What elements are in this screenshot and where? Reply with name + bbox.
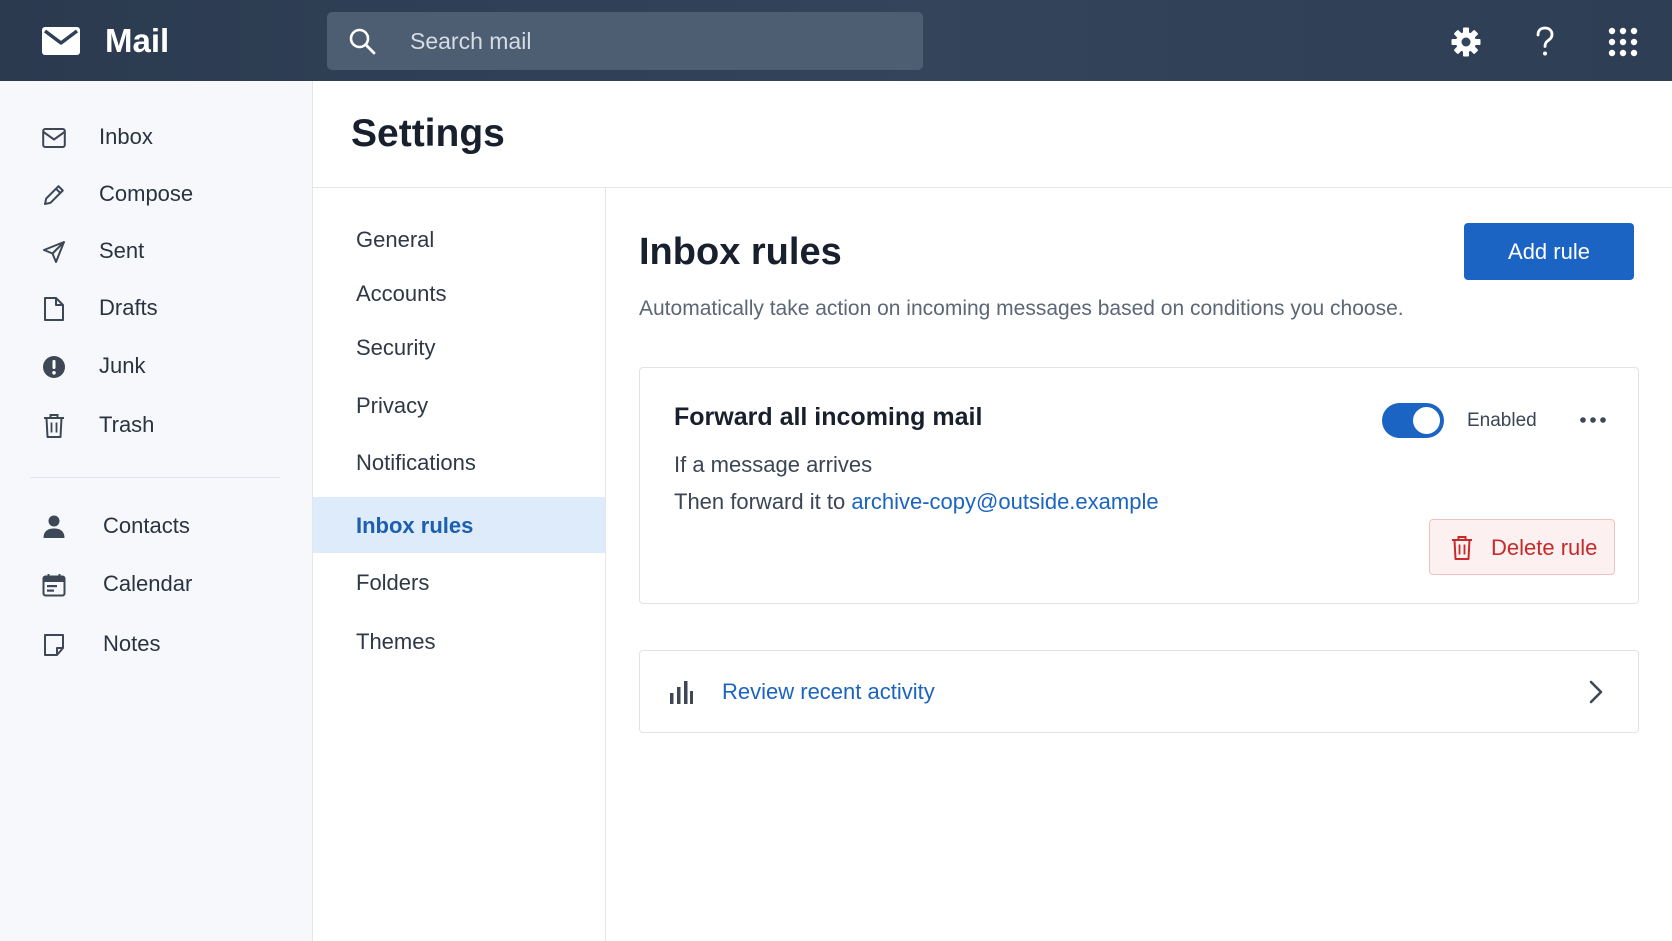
sidebar-item-sent[interactable]: Sent — [0, 226, 313, 276]
file-icon — [41, 296, 67, 322]
apps-grid-icon[interactable] — [1603, 22, 1643, 62]
alert-icon — [41, 354, 67, 380]
settings-nav-accounts[interactable]: Accounts — [313, 265, 605, 321]
trash-icon — [1451, 535, 1473, 561]
search-input[interactable] — [410, 12, 900, 70]
sidebar-item-label: Compose — [99, 181, 194, 206]
rule-condition: If a message arrives — [674, 452, 873, 477]
settings-nav-themes[interactable]: Themes — [313, 613, 605, 669]
sidebar-item-label: Inbox — [99, 124, 153, 149]
sidebar-item-label: Junk — [99, 353, 146, 378]
note-icon — [41, 632, 67, 658]
settings-nav-label: Themes — [356, 629, 436, 654]
top-bar: Mail — [0, 0, 1672, 81]
settings-nav-security[interactable]: Security — [313, 319, 605, 375]
sidebar-item-drafts[interactable]: Drafts — [0, 283, 313, 333]
settings-nav-inbox-rules[interactable]: Inbox rules — [313, 497, 605, 553]
sidebar-item-compose[interactable]: Compose — [0, 169, 313, 219]
sidebar-item-notes[interactable]: Notes — [0, 619, 313, 669]
person-icon — [41, 514, 67, 540]
search-icon[interactable] — [348, 27, 376, 55]
review-activity-link[interactable]: Review recent activity — [639, 650, 1639, 733]
settings-nav-label: Notifications — [356, 450, 476, 475]
settings-nav: General Accounts Security Privacy Notifi… — [313, 188, 606, 941]
sidebar-item-label: Sent — [99, 238, 145, 263]
inbox-rules-panel: Inbox rules Automatically take action on… — [607, 188, 1672, 941]
bar-chart-icon — [668, 679, 694, 705]
forward-address-link[interactable]: archive-copy@outside.example — [851, 489, 1158, 514]
sidebar-item-inbox[interactable]: Inbox — [0, 112, 313, 162]
rule-action-text: Then forward it to — [674, 489, 852, 514]
chevron-right-icon — [1588, 679, 1604, 705]
sidebar-item-label: Trash — [99, 412, 155, 437]
search-bar[interactable] — [327, 12, 923, 70]
mail-logo-icon — [42, 27, 80, 55]
add-rule-button[interactable]: Add rule — [1464, 223, 1634, 280]
sidebar-divider — [30, 477, 280, 478]
settings-nav-folders[interactable]: Folders — [313, 554, 605, 610]
settings-nav-label: Security — [356, 335, 436, 360]
sidebar-item-calendar[interactable]: Calendar — [0, 559, 313, 609]
settings-header: Settings — [313, 81, 1672, 188]
sidebar-item-label: Notes — [103, 631, 161, 656]
rule-status-label: Enabled — [1467, 410, 1537, 431]
rule-card: Forward all incoming mail If a message a… — [639, 367, 1639, 604]
more-options-icon[interactable] — [1573, 406, 1613, 434]
sidebar-item-label: Calendar — [103, 571, 193, 596]
send-icon — [41, 239, 67, 265]
settings-nav-label: Accounts — [356, 281, 447, 306]
rule-name: Forward all incoming mail — [674, 403, 983, 431]
page-title: Settings — [351, 112, 505, 155]
app-title: Mail — [105, 22, 170, 59]
sidebar: Inbox Compose Sent Drafts Junk Trash Con… — [0, 81, 313, 941]
sidebar-item-contacts[interactable]: Contacts — [0, 501, 313, 551]
settings-nav-label: General — [356, 227, 435, 252]
settings-nav-notifications[interactable]: Notifications — [313, 434, 605, 490]
delete-rule-button[interactable]: Delete rule — [1429, 519, 1615, 575]
sidebar-item-label: Drafts — [99, 295, 158, 320]
settings-nav-label: Inbox rules — [356, 513, 474, 538]
trash-icon — [41, 413, 67, 439]
toggle-knob — [1413, 407, 1440, 434]
brand[interactable]: Mail — [42, 24, 169, 58]
calendar-icon — [41, 572, 67, 598]
settings-nav-label: Folders — [356, 570, 430, 595]
section-description: Automatically take action on incoming me… — [639, 297, 1404, 320]
review-activity-label: Review recent activity — [722, 679, 935, 704]
settings-nav-general[interactable]: General — [313, 211, 605, 267]
settings-nav-privacy[interactable]: Privacy — [313, 377, 605, 433]
gear-icon[interactable] — [1446, 22, 1486, 62]
sidebar-item-junk[interactable]: Junk — [0, 341, 313, 391]
section-title: Inbox rules — [639, 231, 842, 273]
sidebar-item-label: Contacts — [103, 513, 190, 538]
settings-nav-label: Privacy — [356, 393, 429, 418]
delete-rule-label: Delete rule — [1491, 535, 1598, 560]
rule-enabled-toggle[interactable] — [1382, 403, 1444, 438]
inbox-icon — [41, 125, 67, 151]
help-icon[interactable] — [1525, 22, 1565, 62]
rule-action: Then forward it to archive-copy@outside.… — [674, 489, 1159, 515]
sidebar-item-trash[interactable]: Trash — [0, 400, 313, 450]
pencil-icon — [41, 182, 67, 208]
